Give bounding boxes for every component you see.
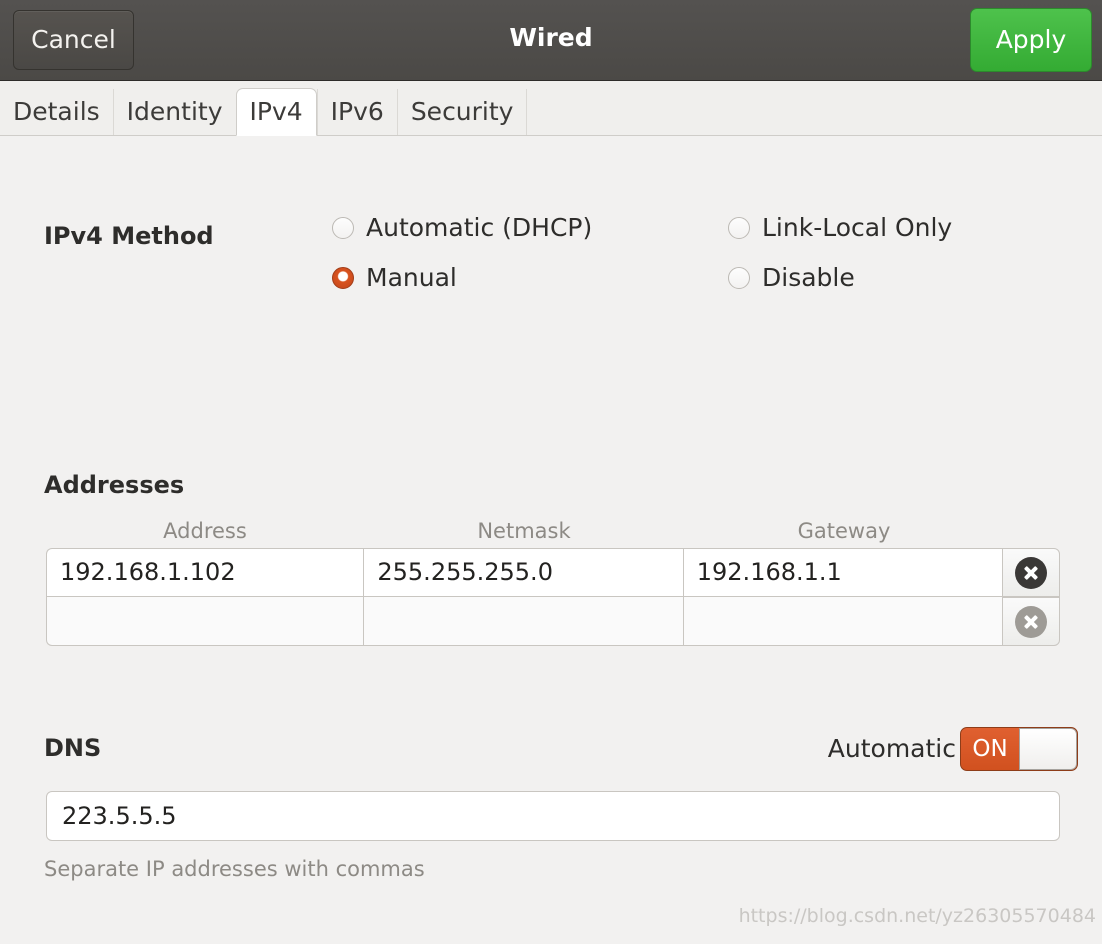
radio-circle-icon [332,217,354,239]
radio-circle-icon [728,267,750,289]
radio-link-local-only[interactable]: Link-Local Only [728,213,952,242]
addresses-column-netmask: Netmask [364,519,684,543]
netmask-input-row2[interactable] [363,597,682,646]
addresses-column-address: Address [46,519,364,543]
tab-ipv4[interactable]: IPv4 [236,88,317,136]
tab-identity[interactable]: Identity [113,89,236,135]
network-settings-window: Cancel Wired Apply Details Identity IPv4… [0,0,1102,944]
address-input-row1[interactable]: 192.168.1.102 [46,548,363,597]
dns-servers-input[interactable]: 223.5.5.5 [46,791,1060,841]
apply-button[interactable]: Apply [970,8,1092,72]
gateway-input-row2[interactable] [683,597,1002,646]
radio-label-manual: Manual [366,263,457,292]
dns-automatic-toggle[interactable]: ON [960,727,1078,771]
radio-label-disable: Disable [762,263,855,292]
radio-label-automatic-dhcp: Automatic (DHCP) [366,213,592,242]
netmask-input-row1[interactable]: 255.255.255.0 [363,548,682,597]
tab-security[interactable]: Security [397,89,527,135]
radio-automatic-dhcp[interactable]: Automatic (DHCP) [332,213,592,242]
tab-bar-filler [526,89,1102,135]
table-row [46,597,1060,646]
radio-circle-icon [728,217,750,239]
tab-details[interactable]: Details [0,89,113,135]
radio-circle-selected-icon [332,267,354,289]
dns-automatic-label: Automatic [828,734,956,763]
radio-label-link-local-only: Link-Local Only [762,213,952,242]
close-circle-icon [1015,557,1047,589]
delete-address-row2-button[interactable] [1002,597,1060,646]
dns-hint-text: Separate IP addresses with commas [44,857,425,881]
addresses-table-header: Address Netmask Gateway [46,519,1004,543]
close-circle-icon [1015,606,1047,638]
tab-bar: Details Identity IPv4 IPv6 Security [0,81,1102,136]
radio-manual[interactable]: Manual [332,263,457,292]
ipv4-method-title: IPv4 Method [44,222,214,250]
ipv4-settings-panel: IPv4 Method Automatic (DHCP) Manual Link… [0,136,1102,943]
delete-address-row1-button[interactable] [1002,548,1060,597]
radio-disable[interactable]: Disable [728,263,855,292]
gateway-input-row1[interactable]: 192.168.1.1 [683,548,1002,597]
titlebar: Cancel Wired Apply [0,0,1102,81]
dns-title: DNS [44,734,101,762]
address-input-row2[interactable] [46,597,363,646]
addresses-table: 192.168.1.102 255.255.255.0 192.168.1.1 [46,548,1060,646]
addresses-column-gateway: Gateway [684,519,1004,543]
tab-ipv6[interactable]: IPv6 [317,89,397,135]
addresses-title: Addresses [44,471,184,499]
toggle-knob [1019,728,1077,770]
dns-toggle-state-label: ON [961,728,1019,770]
page-title: Wired [0,23,1102,52]
table-row: 192.168.1.102 255.255.255.0 192.168.1.1 [46,548,1060,597]
